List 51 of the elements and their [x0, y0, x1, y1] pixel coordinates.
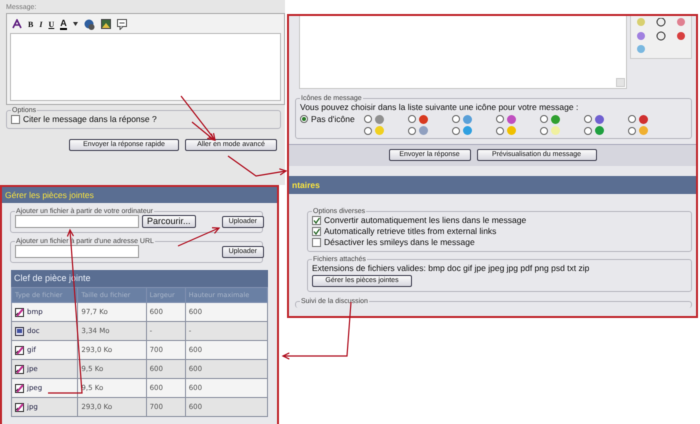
option-label: Pas d'icône — [311, 114, 355, 124]
globe-icon — [84, 18, 95, 30]
checkbox[interactable] — [11, 115, 20, 124]
speech-bubble-icon — [116, 18, 127, 30]
radio-button[interactable] — [452, 126, 460, 134]
radio-button[interactable] — [452, 115, 460, 123]
panel-header: Gérer les pièces jointes — [2, 187, 277, 203]
extensions-text: Extensions de fichiers valides: bmp doc gif jpe jpeg jpg pdf png psd txt zip — [312, 263, 590, 273]
checkbox[interactable] — [312, 216, 321, 225]
image-file-icon — [15, 308, 24, 316]
checkbox-label: Citer le message dans la réponse ? — [23, 114, 157, 125]
radio-button[interactable] — [300, 115, 308, 123]
section-header: ntaires — [289, 176, 696, 194]
caret-icon — [72, 22, 78, 26]
checkbox[interactable] — [312, 238, 321, 247]
file-field[interactable] — [15, 215, 139, 228]
image-file-icon — [15, 402, 24, 412]
format-button[interactable]: U — [48, 20, 54, 28]
document-icon — [15, 326, 24, 336]
annotation-arrow — [178, 227, 220, 247]
radio-button[interactable] — [540, 126, 548, 134]
radio-button[interactable] — [584, 126, 592, 134]
browse-button[interactable]: Parcourir... — [142, 215, 196, 228]
radio-button[interactable] — [628, 126, 636, 134]
radio-button[interactable] — [496, 126, 504, 134]
message-field[interactable] — [299, 16, 627, 89]
image-file-icon — [15, 384, 24, 392]
url-field[interactable] — [15, 245, 139, 258]
image-file-icon — [15, 346, 24, 354]
radio-button[interactable] — [364, 126, 372, 134]
format-button[interactable]: I — [39, 20, 42, 28]
message-field[interactable] — [10, 33, 281, 101]
font-icon — [12, 19, 22, 29]
checkbox-label: Désactiver les smileys dans le message — [324, 237, 475, 248]
radio-button[interactable] — [496, 115, 504, 123]
radio-button[interactable] — [584, 115, 592, 123]
checkbox-label: Automatically retrieve titles from external links — [324, 226, 496, 237]
image-file-icon — [15, 364, 24, 374]
radio-button[interactable] — [364, 115, 372, 123]
annotation-arrow — [228, 156, 288, 177]
text-color-button[interactable]: A — [60, 18, 67, 30]
instruction-text: Vous pouvez choisir dans la liste suivante une icône pour votre message : — [300, 102, 580, 112]
checkbox-label: Convertir automatiquement les liens dans le message — [324, 215, 526, 226]
radio-button[interactable] — [408, 126, 416, 134]
annotation-arrow — [282, 302, 352, 360]
checkbox[interactable] — [312, 227, 321, 236]
radio-button[interactable] — [540, 115, 548, 123]
image-icon — [100, 19, 111, 29]
format-button[interactable]: B — [28, 20, 34, 28]
radio-button[interactable] — [628, 115, 636, 123]
radio-button[interactable] — [408, 115, 416, 123]
